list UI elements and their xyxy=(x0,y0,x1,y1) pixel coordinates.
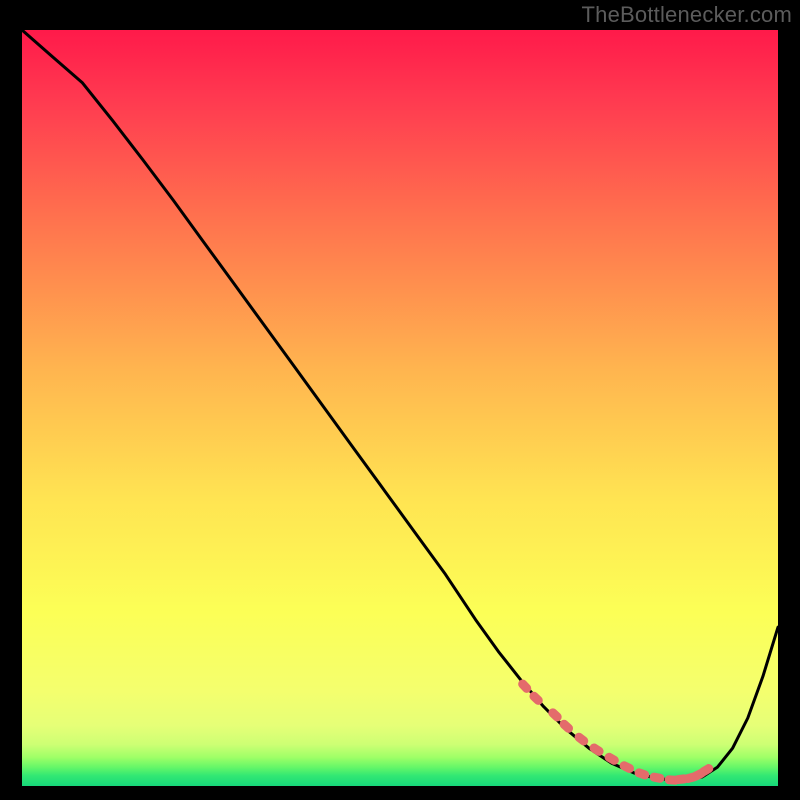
bottleneck-curve-chart xyxy=(22,30,778,786)
gradient-background xyxy=(22,30,778,786)
watermark-text: TheBottlenecker.com xyxy=(582,2,792,28)
chart-frame: TheBottlenecker.com xyxy=(0,0,800,800)
plot-area xyxy=(22,30,778,786)
